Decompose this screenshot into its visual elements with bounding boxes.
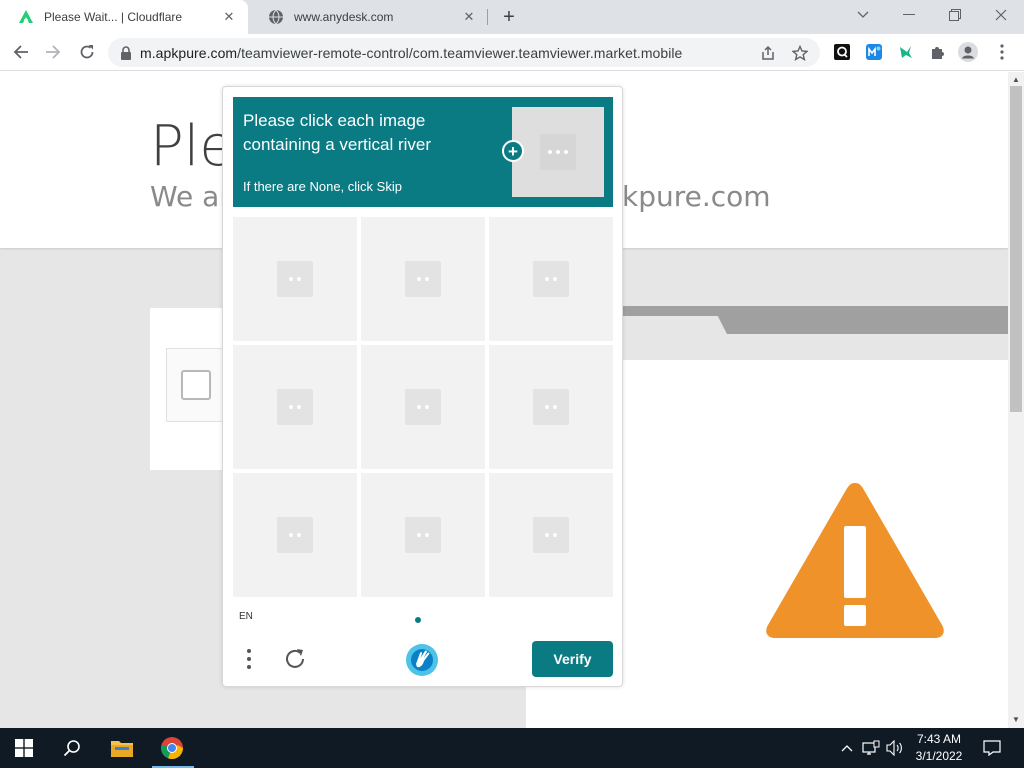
bookmark-star-icon[interactable] (788, 41, 812, 65)
challenge-prompt: Please click each image containing a ver… (233, 97, 613, 207)
close-window-icon[interactable] (978, 0, 1024, 30)
restore-icon[interactable] (932, 0, 978, 30)
image-placeholder-icon (405, 517, 441, 553)
notifications-icon[interactable] (980, 736, 1004, 760)
show-hidden-icons-chevron-icon[interactable] (838, 736, 856, 760)
refresh-challenge-icon[interactable] (281, 645, 309, 673)
clock-date: 3/1/2022 (915, 749, 963, 763)
tab-title: www.anydesk.com (294, 10, 394, 24)
close-tab-icon[interactable]: ✕ (460, 8, 478, 26)
image-placeholder-icon (277, 517, 313, 553)
image-placeholder-icon (277, 261, 313, 297)
tab-title: Please Wait... | Cloudflare (44, 10, 183, 24)
cloudflare-checkbox[interactable] (181, 370, 211, 400)
language-selector[interactable]: EN (239, 611, 253, 622)
example-image[interactable] (512, 107, 604, 197)
page-subtitle-domain: kpure.com (622, 180, 771, 213)
image-placeholder-icon (277, 389, 313, 425)
challenge-page-indicator (415, 617, 421, 623)
tab-separator (487, 9, 488, 25)
image-tile[interactable] (361, 345, 485, 469)
clock-time: 7:43 AM (916, 732, 962, 746)
share-icon[interactable] (756, 41, 780, 65)
image-placeholder-icon (540, 134, 576, 170)
image-tile[interactable] (489, 217, 613, 341)
windows-start-icon[interactable] (0, 728, 48, 768)
extensions-puzzle-icon[interactable] (928, 42, 948, 62)
expand-example-plus-icon[interactable]: + (502, 140, 524, 162)
new-tab-button[interactable]: + (498, 6, 520, 28)
volume-icon[interactable] (884, 736, 906, 760)
image-tile[interactable] (489, 473, 613, 597)
image-tile[interactable] (489, 345, 613, 469)
chrome-taskbar-icon[interactable] (148, 728, 196, 768)
prompt-hint: If there are None, click Skip (243, 179, 402, 194)
extension-bird-icon[interactable] (896, 42, 916, 62)
lock-icon[interactable] (120, 45, 132, 60)
browser-tab-strip: Please Wait... | Cloudflare ✕ www.anydes… (0, 0, 1024, 34)
image-placeholder-icon (405, 389, 441, 425)
tab-anydesk[interactable]: www.anydesk.com ✕ (250, 0, 488, 34)
taskbar: 7:43 AM 3/1/2022 (0, 728, 1024, 768)
extension-m-icon[interactable] (864, 42, 884, 62)
browser-toolbar: m.apkpure.com/teamviewer-remote-control/… (0, 34, 1024, 71)
tab-cloudflare[interactable]: Please Wait... | Cloudflare ✕ (0, 0, 248, 34)
prompt-text: Please click each image containing a ver… (243, 111, 432, 154)
minimize-icon[interactable] (886, 0, 932, 30)
back-arrow-icon[interactable] (8, 39, 34, 65)
profile-avatar-icon[interactable] (958, 42, 978, 62)
network-icon[interactable] (860, 736, 882, 760)
scrollbar-thumb[interactable] (1010, 86, 1022, 412)
image-tile[interactable] (233, 473, 357, 597)
apkpure-logo-icon (18, 9, 34, 25)
scroll-down-arrow-icon[interactable]: ▼ (1008, 712, 1024, 726)
tab-search-chevron-icon[interactable] (840, 0, 886, 30)
hcaptcha-logo-icon[interactable] (404, 642, 440, 678)
image-placeholder-icon (405, 261, 441, 297)
file-explorer-icon[interactable] (98, 728, 146, 768)
scroll-up-arrow-icon[interactable]: ▲ (1008, 72, 1024, 86)
image-placeholder-icon (533, 261, 569, 297)
image-tile[interactable] (233, 217, 357, 341)
image-placeholder-icon (533, 517, 569, 553)
browser-menu-icon[interactable] (992, 42, 1012, 62)
search-icon[interactable] (48, 728, 96, 768)
globe-icon (268, 9, 284, 25)
extension-q-icon[interactable] (832, 42, 852, 62)
address-bar[interactable]: m.apkpure.com/teamviewer-remote-control/… (108, 38, 820, 67)
hcaptcha-challenge: Please click each image containing a ver… (222, 86, 623, 687)
image-grid (233, 217, 613, 597)
warning-triangle-icon (760, 478, 950, 643)
forward-arrow-icon[interactable] (40, 39, 66, 65)
url-text[interactable]: m.apkpure.com/teamviewer-remote-control/… (140, 45, 756, 61)
reload-icon[interactable] (74, 39, 100, 65)
page-subtitle: We ar (150, 180, 231, 213)
image-placeholder-icon (533, 389, 569, 425)
more-options-icon[interactable] (241, 645, 257, 673)
image-tile[interactable] (361, 217, 485, 341)
image-tile[interactable] (361, 473, 485, 597)
image-tile[interactable] (233, 345, 357, 469)
close-tab-icon[interactable]: ✕ (220, 8, 238, 26)
verify-button[interactable]: Verify (532, 641, 613, 677)
system-clock[interactable]: 7:43 AM 3/1/2022 (906, 731, 972, 765)
